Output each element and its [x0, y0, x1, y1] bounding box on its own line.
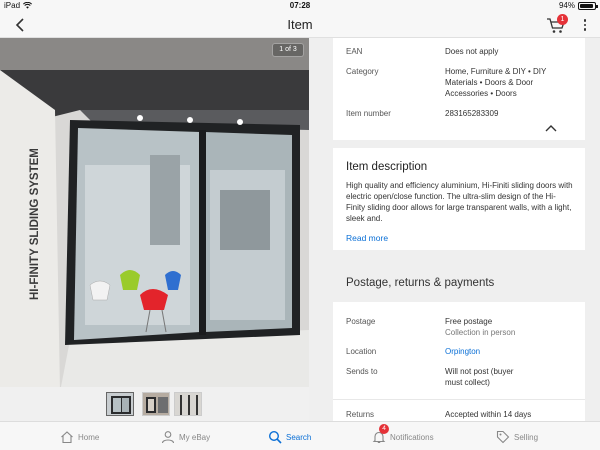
tab-label: Home	[78, 432, 100, 442]
search-icon	[268, 430, 282, 444]
item-specifics-card: EAN Does not apply Category Home, Furnit…	[333, 38, 585, 140]
returns-label: Returns	[346, 410, 375, 419]
tab-label: Search	[286, 432, 312, 442]
description-body: High quality and efficiency aluminium, H…	[346, 181, 573, 223]
image-counter: 1 of 3	[272, 43, 304, 57]
battery-icon	[578, 1, 598, 10]
tab-home[interactable]: Home	[60, 428, 99, 446]
thumbnail-strip	[0, 387, 309, 421]
item-details-panel[interactable]: EAN Does not apply Category Home, Furnit…	[309, 38, 600, 421]
item-description-card: Item description High quality and effici…	[333, 148, 585, 250]
specific-label: Item number	[346, 109, 391, 118]
location-label: Location	[346, 347, 377, 356]
postage-collection: Collection in person	[445, 328, 516, 337]
tab-search[interactable]: Search	[268, 428, 311, 446]
postage-label: Postage	[346, 317, 376, 326]
tab-my-ebay[interactable]: My eBay	[161, 428, 210, 446]
description-title: Item description	[346, 161, 428, 173]
divider	[333, 399, 585, 400]
notifications-count-badge: 4	[379, 424, 389, 434]
specific-value: Home, Furniture & DIY • DIY Materials • …	[445, 67, 547, 98]
specific-label: EAN	[346, 47, 363, 56]
image-gallery[interactable]: HI-FINITY SLIDING SYSTEM 1 of 3	[0, 38, 309, 421]
person-icon	[161, 431, 175, 444]
postage-cost: Free postage	[445, 317, 493, 326]
sign-text: HI-FINITY SLIDING SYSTEM	[29, 148, 41, 300]
thumbnail-1[interactable]	[106, 392, 134, 416]
chevron-up-icon[interactable]	[544, 123, 558, 133]
tab-label: My eBay	[179, 432, 211, 442]
more-options-button[interactable]	[578, 16, 592, 34]
thumbnail-2[interactable]	[142, 392, 170, 416]
cart-count-badge: 1	[557, 14, 568, 25]
postage-value: Free postage Collection in person	[445, 316, 575, 338]
page-title: Item	[287, 17, 313, 32]
battery-percent: 94%	[558, 1, 575, 10]
tag-icon	[496, 430, 510, 444]
read-more-link[interactable]: Read more	[346, 233, 388, 243]
product-photo[interactable]: HI-FINITY SLIDING SYSTEM	[0, 70, 309, 392]
sends-to-value: Will not post (buyer must collect)	[445, 367, 514, 387]
returns-value: Accepted within 14 days	[445, 410, 532, 419]
specific-label: Category	[346, 67, 379, 76]
thumbnail-3[interactable]	[174, 392, 202, 416]
location-link[interactable]: Orpington	[445, 346, 575, 357]
postage-section-heading: Postage, returns & payments	[346, 277, 495, 289]
specific-value: 283165283309	[445, 109, 499, 118]
tab-label: Notifications	[390, 432, 434, 442]
sends-to-label: Sends to	[346, 367, 378, 376]
postage-card: Postage Free postage Collection in perso…	[333, 302, 585, 421]
navigation-bar: Item 1	[0, 12, 600, 38]
status-bar: iPad 07:28 94%	[0, 0, 600, 12]
home-icon	[61, 431, 73, 444]
specific-value: Does not apply	[445, 47, 499, 56]
tab-selling[interactable]: Selling	[496, 428, 538, 446]
bottom-tab-bar: Home My eBay Search Notifications 4 Sell…	[0, 421, 600, 450]
status-time: 07:28	[289, 1, 311, 10]
tab-label: Selling	[514, 432, 539, 442]
